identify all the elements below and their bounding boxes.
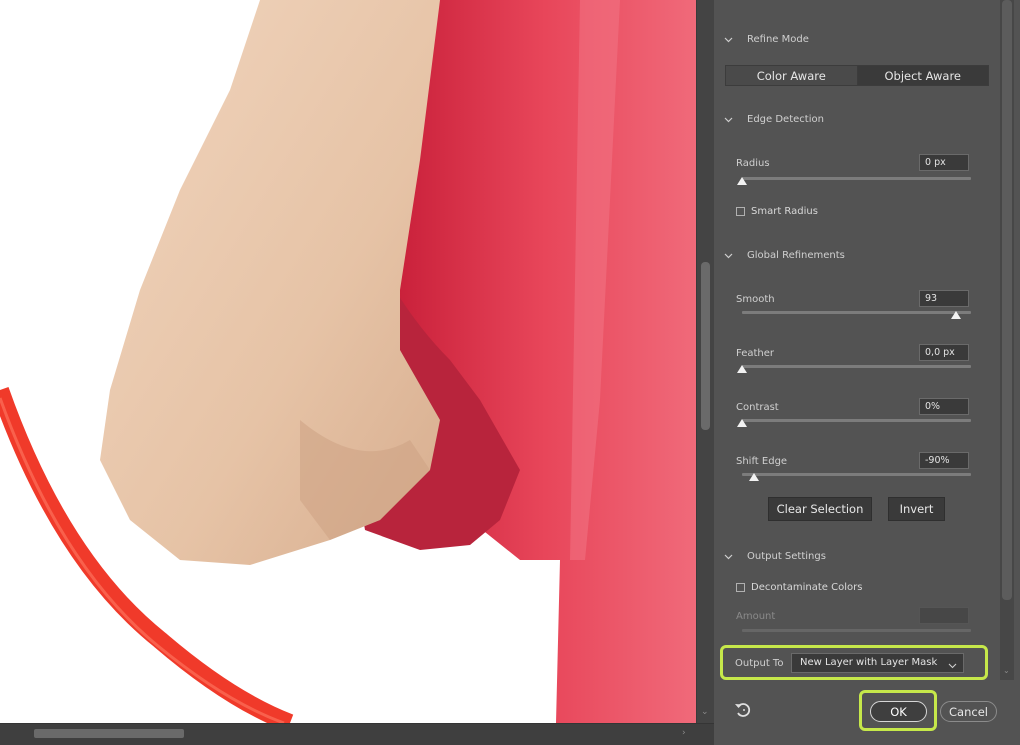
- chevron-down-icon: [724, 552, 733, 561]
- section-output-settings[interactable]: Output Settings: [724, 551, 826, 562]
- invert-button[interactable]: Invert: [888, 497, 945, 521]
- smooth-label: Smooth: [736, 294, 775, 305]
- radius-field[interactable]: 0 px: [919, 154, 969, 171]
- scroll-thumb[interactable]: [1002, 0, 1012, 600]
- radius-slider-knob[interactable]: [737, 177, 747, 185]
- shift-edge-field[interactable]: -90%: [919, 452, 969, 469]
- panel-scrollbar[interactable]: ⌄: [1000, 0, 1014, 680]
- decontaminate-colors-checkbox[interactable]: Decontaminate Colors: [736, 582, 862, 593]
- photo-preview: [0, 0, 696, 723]
- chevron-down-icon: [724, 35, 733, 44]
- checkbox-label: Smart Radius: [751, 206, 818, 217]
- contrast-slider-track[interactable]: [742, 419, 971, 422]
- refine-mode-toggle: Color Aware Object Aware: [725, 65, 989, 86]
- reset-icon[interactable]: [734, 702, 751, 721]
- select-and-mask-properties-panel: ⌄ Refine Mode Color Aware Object Aware E…: [714, 0, 1020, 745]
- feather-slider-knob[interactable]: [737, 365, 747, 373]
- scroll-thumb[interactable]: [34, 729, 184, 738]
- section-title: Output Settings: [747, 551, 826, 562]
- feather-field[interactable]: 0,0 px: [919, 344, 969, 361]
- object-aware-button[interactable]: Object Aware: [857, 66, 988, 85]
- ok-highlight: OK: [859, 690, 937, 731]
- ok-button[interactable]: OK: [870, 701, 927, 722]
- feather-slider-track[interactable]: [742, 365, 971, 368]
- feather-label: Feather: [736, 348, 775, 359]
- output-to-value: New Layer with Layer Mask: [800, 657, 938, 668]
- cancel-button[interactable]: Cancel: [940, 701, 997, 722]
- amount-field: [919, 607, 969, 624]
- checkbox-box[interactable]: [736, 583, 745, 592]
- canvas-vertical-scrollbar[interactable]: ⌄: [696, 0, 714, 723]
- chevron-down-icon: [724, 115, 733, 124]
- clear-selection-button[interactable]: Clear Selection: [768, 497, 872, 521]
- chevron-down-icon: [724, 251, 733, 260]
- checkbox-box[interactable]: [736, 207, 745, 216]
- output-to-dropdown[interactable]: New Layer with Layer Mask: [791, 653, 964, 673]
- shift-edge-label: Shift Edge: [736, 456, 788, 467]
- section-title: Edge Detection: [747, 114, 824, 125]
- chevron-down-icon: [948, 659, 957, 677]
- smooth-field[interactable]: 93: [919, 290, 969, 307]
- image-canvas[interactable]: [0, 0, 696, 723]
- amount-slider-track: [742, 629, 971, 632]
- color-aware-button[interactable]: Color Aware: [726, 66, 858, 85]
- radius-slider-track[interactable]: [742, 177, 971, 180]
- section-title: Refine Mode: [747, 34, 809, 45]
- contrast-field[interactable]: 0%: [919, 398, 969, 415]
- shift-edge-slider-track[interactable]: [742, 473, 971, 476]
- canvas-horizontal-scrollbar[interactable]: ›: [0, 723, 714, 745]
- section-global-refinements[interactable]: Global Refinements: [724, 250, 845, 261]
- shift-edge-slider-knob[interactable]: [749, 473, 759, 481]
- smart-radius-checkbox[interactable]: Smart Radius: [736, 206, 818, 217]
- section-title: Global Refinements: [747, 250, 845, 261]
- section-edge-detection[interactable]: Edge Detection: [724, 114, 824, 125]
- scroll-thumb[interactable]: [701, 262, 710, 430]
- radius-label: Radius: [736, 158, 770, 169]
- output-to-label: Output To: [735, 658, 784, 669]
- contrast-slider-knob[interactable]: [737, 419, 747, 427]
- smooth-slider-knob[interactable]: [951, 311, 961, 319]
- section-refine-mode[interactable]: Refine Mode: [724, 34, 809, 45]
- smooth-slider-track[interactable]: [742, 311, 971, 314]
- scroll-right-icon[interactable]: ›: [682, 728, 686, 738]
- scroll-down-icon[interactable]: ⌄: [1003, 666, 1010, 675]
- contrast-label: Contrast: [736, 402, 779, 413]
- amount-label: Amount: [736, 611, 776, 622]
- checkbox-label: Decontaminate Colors: [751, 582, 863, 593]
- output-to-row: Output To New Layer with Layer Mask: [720, 645, 988, 680]
- scroll-down-icon[interactable]: ⌄: [701, 707, 709, 717]
